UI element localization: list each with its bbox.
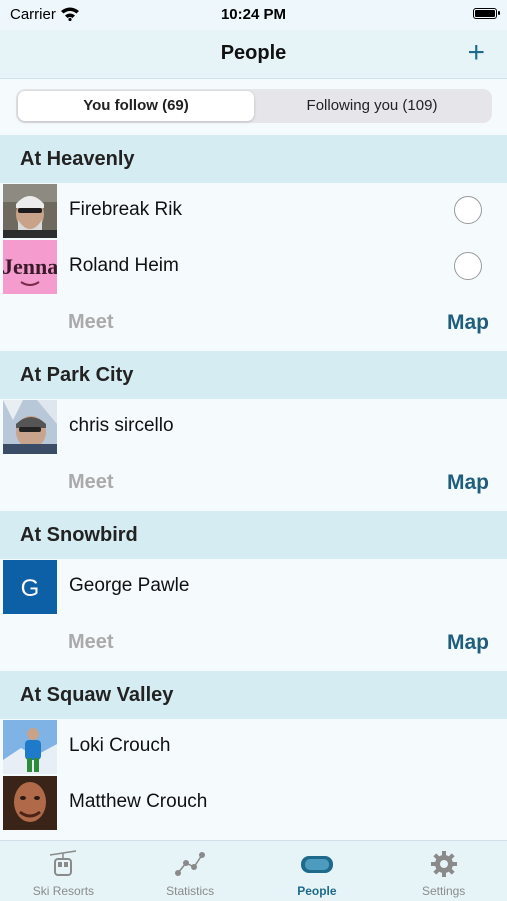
person-name: chris sircello xyxy=(69,415,174,436)
section-actions: Meet Map xyxy=(0,615,507,671)
tab-settings[interactable]: Settings xyxy=(380,841,507,901)
tab-label: Statistics xyxy=(166,884,215,898)
statistics-icon xyxy=(175,852,206,876)
status-bar: Carrier 10:24 PM xyxy=(0,0,507,30)
battery-icon xyxy=(473,8,500,19)
segment-bar: You follow (69) Following you (109) xyxy=(0,79,507,135)
map-button[interactable]: Map xyxy=(447,471,489,495)
tab-bar: Ski Resorts Statistics People Settings xyxy=(0,840,507,901)
gear-icon xyxy=(430,851,457,877)
avatar-letter: G xyxy=(21,575,40,602)
map-button[interactable]: Map xyxy=(447,631,489,655)
section-actions: Meet Map xyxy=(0,295,507,351)
avatar xyxy=(3,776,57,830)
person-name: Roland Heim xyxy=(69,255,179,276)
clock: 10:24 PM xyxy=(220,6,287,23)
meet-button[interactable]: Meet xyxy=(68,471,114,494)
segment-following-you[interactable]: Following you (109) xyxy=(254,91,490,121)
section-header: At Snowbird xyxy=(0,511,507,559)
section-header: At Park City xyxy=(0,351,507,399)
select-radio[interactable] xyxy=(454,196,482,224)
select-radio[interactable] xyxy=(454,252,482,280)
tab-label: Ski Resorts xyxy=(32,884,95,898)
person-name: Firebreak Rik xyxy=(69,199,182,220)
person-row[interactable]: Firebreak Rik xyxy=(0,183,507,239)
follow-segmented-control: You follow (69) Following you (109) xyxy=(16,89,492,123)
gondola-icon xyxy=(50,850,77,876)
avatar xyxy=(3,184,57,238)
tab-statistics[interactable]: Statistics xyxy=(127,841,254,901)
segment-you-follow[interactable]: You follow (69) xyxy=(18,91,254,121)
avatar: Jenna xyxy=(3,240,57,294)
section-header: At Squaw Valley xyxy=(0,671,507,719)
section-header: At Heavenly xyxy=(0,135,507,183)
tab-label: Settings xyxy=(421,884,466,898)
meet-button[interactable]: Meet xyxy=(68,311,114,334)
section-actions: Meet Map xyxy=(0,455,507,511)
person-row[interactable]: chris sircello xyxy=(0,399,507,455)
add-person-button[interactable]: + xyxy=(467,38,485,68)
person-name: George Pawle xyxy=(69,575,190,596)
tab-people[interactable]: People xyxy=(254,841,381,901)
tab-label: People xyxy=(297,884,337,898)
goggles-icon xyxy=(300,856,333,873)
avatar xyxy=(3,720,57,774)
nav-bar: People + xyxy=(0,30,507,79)
avatar xyxy=(3,400,57,454)
person-name: Matthew Crouch xyxy=(69,791,208,812)
people-list[interactable]: At Heavenly Firebreak Rik Jenna Roland H… xyxy=(0,135,507,840)
person-row[interactable]: Matthew Crouch xyxy=(0,775,507,831)
person-row[interactable]: Loki Crouch xyxy=(0,719,507,775)
tab-ski-resorts[interactable]: Ski Resorts xyxy=(0,841,127,901)
avatar: G xyxy=(3,560,57,614)
map-button[interactable]: Map xyxy=(447,311,489,335)
person-name: Loki Crouch xyxy=(69,735,171,756)
page-title: People xyxy=(220,42,287,64)
meet-button[interactable]: Meet xyxy=(68,631,114,654)
person-row[interactable]: G George Pawle xyxy=(0,559,507,615)
avatar-text: Jenna xyxy=(3,254,57,279)
person-row[interactable]: Jenna Roland Heim xyxy=(0,239,507,295)
